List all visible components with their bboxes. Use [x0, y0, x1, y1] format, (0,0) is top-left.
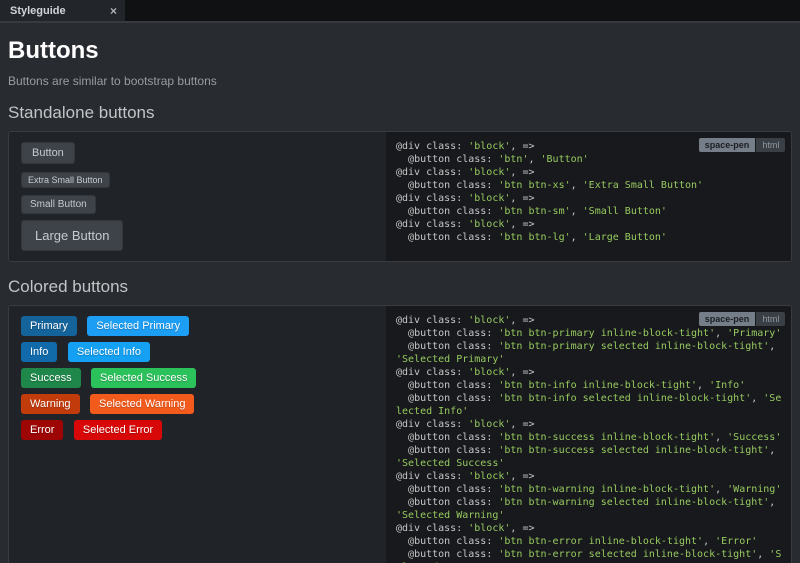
button-error-selected[interactable]: Selected Error — [74, 420, 162, 440]
primary-row: Primary Selected Primary — [21, 316, 374, 336]
button-warning[interactable]: Warning — [21, 394, 80, 414]
standalone-code-block: @div class: 'block', => @button class: '… — [396, 140, 787, 244]
standalone-code-area: space-pen html @div class: 'block', => @… — [386, 132, 791, 261]
button-warning-selected[interactable]: Selected Warning — [90, 394, 194, 414]
standalone-example-area: Button Extra Small Button Small Button L… — [9, 132, 386, 261]
badge-space-pen[interactable]: space-pen — [699, 312, 756, 326]
info-row: Info Selected Info — [21, 342, 374, 362]
tab-title: Styleguide — [10, 5, 66, 17]
button-info-selected[interactable]: Selected Info — [68, 342, 150, 362]
badge-html[interactable]: html — [756, 312, 785, 326]
error-row: Error Selected Error — [21, 420, 374, 440]
tab-styleguide[interactable]: Styleguide × — [0, 0, 125, 21]
section-heading-standalone: Standalone buttons — [8, 103, 792, 123]
button-large[interactable]: Large Button — [21, 220, 123, 251]
standalone-panel: Button Extra Small Button Small Button L… — [8, 131, 792, 262]
success-row: Success Selected Success — [21, 368, 374, 388]
colored-example-area: Primary Selected Primary Info Selected I… — [9, 306, 386, 563]
button-default[interactable]: Button — [21, 142, 75, 164]
styleguide-content: Buttons Buttons are similar to bootstrap… — [0, 23, 800, 563]
button-small[interactable]: Small Button — [21, 195, 96, 214]
button-success-selected[interactable]: Selected Success — [91, 368, 196, 388]
button-primary[interactable]: Primary — [21, 316, 77, 336]
page-title: Buttons — [8, 37, 792, 65]
section-heading-colored: Colored buttons — [8, 277, 792, 297]
badge-space-pen[interactable]: space-pen — [699, 138, 756, 152]
button-info[interactable]: Info — [21, 342, 57, 362]
page-subtitle: Buttons are similar to bootstrap buttons — [8, 74, 792, 88]
button-extra-small[interactable]: Extra Small Button — [21, 172, 110, 188]
colored-code-block: @div class: 'block', => @button class: '… — [396, 314, 787, 563]
code-type-toggle: space-pen html — [699, 138, 786, 152]
button-success[interactable]: Success — [21, 368, 81, 388]
colored-code-area: space-pen html @div class: 'block', => @… — [386, 306, 791, 563]
close-icon[interactable]: × — [110, 5, 117, 17]
badge-html[interactable]: html — [756, 138, 785, 152]
tab-bar: Styleguide × — [0, 0, 800, 23]
colored-panel: Primary Selected Primary Info Selected I… — [8, 305, 792, 563]
button-error[interactable]: Error — [21, 420, 63, 440]
warning-row: Warning Selected Warning — [21, 394, 374, 414]
button-primary-selected[interactable]: Selected Primary — [87, 316, 189, 336]
code-type-toggle: space-pen html — [699, 312, 786, 326]
